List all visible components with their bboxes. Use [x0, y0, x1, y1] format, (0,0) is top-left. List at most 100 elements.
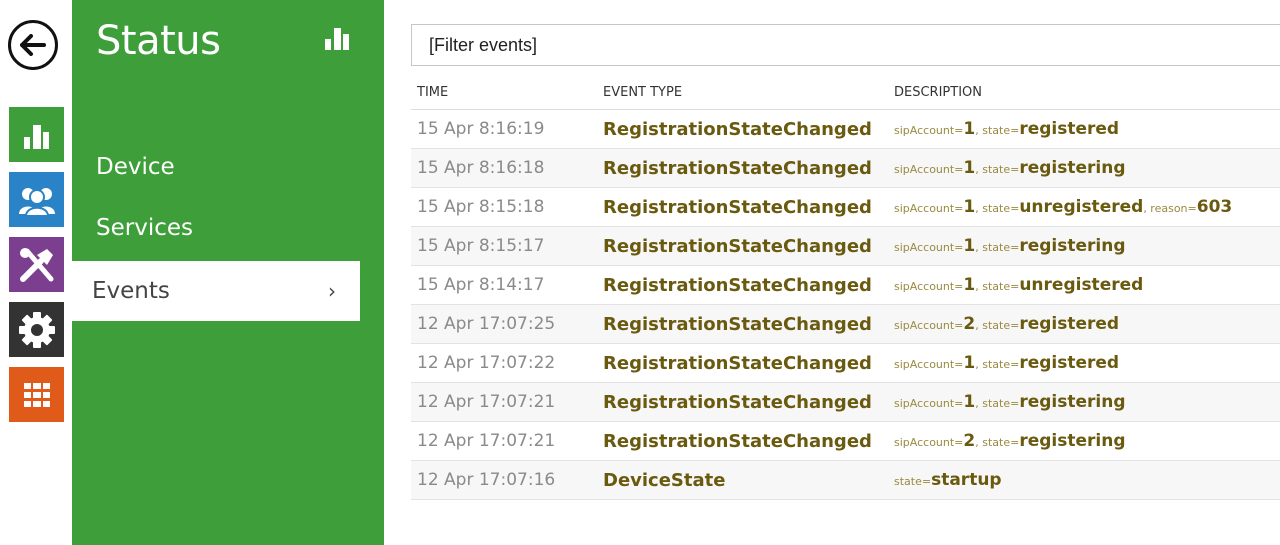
description-value: registering [1019, 236, 1126, 256]
description-value: 1 [963, 158, 976, 178]
description-value: 2 [963, 314, 976, 334]
event-type: DeviceState [597, 460, 888, 500]
nav-item-device[interactable]: Device [96, 154, 175, 180]
table-row[interactable]: 15 Apr 8:14:17 RegistrationStateChanged si… [411, 265, 1280, 305]
description-value: registering [1019, 392, 1126, 412]
description-value: registering [1019, 158, 1126, 178]
event-time: 15 Apr 8:15:18 [411, 187, 597, 227]
event-time: 12 Apr 17:07:21 [411, 382, 597, 422]
event-type: RegistrationStateChanged [597, 304, 888, 344]
table-row[interactable]: 12 Apr 17:07:25 RegistrationStateChanged s… [411, 304, 1280, 344]
event-description: sipAccount=1, state=registering [888, 382, 1280, 422]
description-key: , state= [975, 436, 1020, 449]
event-time: 12 Apr 17:07:22 [411, 343, 597, 383]
status-chart-icon [23, 124, 49, 149]
event-time: 12 Apr 17:07:25 [411, 304, 597, 344]
settings-menu-button[interactable] [9, 302, 64, 357]
description-key: , state= [975, 358, 1020, 371]
column-header-time: TIME [411, 76, 597, 110]
back-arrow-icon [20, 34, 46, 56]
nav-item-label: Device [96, 154, 175, 180]
description-value: 1 [963, 392, 976, 412]
description-key: sipAccount= [894, 202, 964, 215]
grid-icon [23, 382, 50, 407]
description-key: , state= [975, 280, 1020, 293]
description-key: , state= [975, 397, 1020, 410]
description-value: 1 [963, 275, 976, 295]
event-type: RegistrationStateChanged [597, 187, 888, 227]
event-description: sipAccount=1, state=registering [888, 226, 1280, 266]
description-key: , state= [975, 202, 1020, 215]
nav-item-services[interactable]: Services [96, 215, 193, 241]
description-value: unregistered [1019, 275, 1144, 295]
column-header-description: DESCRIPTION [888, 76, 1280, 110]
chevron-right-icon: › [328, 279, 336, 303]
event-type: RegistrationStateChanged [597, 343, 888, 383]
description-key: , state= [975, 163, 1020, 176]
directory-menu-button[interactable] [9, 172, 64, 227]
table-row[interactable]: 12 Apr 17:07:21 RegistrationStateChanged s… [411, 382, 1280, 422]
table-row[interactable]: 12 Apr 17:07:22 RegistrationStateChanged s… [411, 343, 1280, 383]
description-value: unregistered [1019, 197, 1144, 217]
hardware-menu-button[interactable] [9, 237, 64, 292]
event-description: sipAccount=2, state=registering [888, 421, 1280, 461]
table-row[interactable]: 15 Apr 8:16:18 RegistrationStateChanged si… [411, 148, 1280, 188]
event-description: state=startup [888, 460, 1280, 500]
column-header-event-type: EVENT TYPE [597, 76, 888, 110]
description-value: registered [1019, 314, 1120, 334]
page-title: Status [96, 18, 221, 64]
description-value: 1 [963, 197, 976, 217]
description-key: sipAccount= [894, 241, 964, 254]
description-value: registered [1019, 353, 1120, 373]
description-key: , state= [975, 124, 1020, 137]
event-description: sipAccount=1, state=registered [888, 109, 1280, 149]
description-key: sipAccount= [894, 436, 964, 449]
table-row[interactable]: 15 Apr 8:15:17 RegistrationStateChanged si… [411, 226, 1280, 266]
event-description: sipAccount=1, state=unregistered [888, 265, 1280, 305]
event-time: 12 Apr 17:07:21 [411, 421, 597, 461]
event-type: RegistrationStateChanged [597, 265, 888, 305]
description-value: 1 [963, 353, 976, 373]
description-key: state= [894, 475, 932, 488]
status-chart-icon [325, 28, 349, 50]
apps-menu-button[interactable] [9, 367, 64, 422]
description-value: 2 [963, 431, 976, 451]
description-key: sipAccount= [894, 163, 964, 176]
nav-item-label: Services [96, 215, 193, 241]
event-time: 15 Apr 8:14:17 [411, 265, 597, 305]
filter-events-input[interactable]: [Filter events] [411, 24, 1280, 66]
gear-icon [18, 311, 55, 348]
description-key: sipAccount= [894, 358, 964, 371]
event-type: RegistrationStateChanged [597, 421, 888, 461]
event-time: 15 Apr 8:15:17 [411, 226, 597, 266]
description-key: , reason= [1143, 202, 1197, 215]
description-key: sipAccount= [894, 319, 964, 332]
table-row[interactable]: 12 Apr 17:07:21 RegistrationStateChanged s… [411, 421, 1280, 461]
nav-item-events[interactable]: Events › [72, 261, 360, 321]
event-description: sipAccount=2, state=registered [888, 304, 1280, 344]
icon-rail [0, 0, 72, 545]
description-value: startup [931, 470, 1002, 490]
table-row[interactable]: 12 Apr 17:07:16 DeviceState state=startup [411, 460, 1280, 500]
events-table: TIME EVENT TYPE DESCRIPTION 15 Apr 8:16:… [411, 76, 1280, 500]
event-description: sipAccount=1, state=unregistered, reason… [888, 187, 1280, 227]
event-time: 15 Apr 8:16:19 [411, 109, 597, 149]
event-type: RegistrationStateChanged [597, 148, 888, 188]
event-description: sipAccount=1, state=registering [888, 148, 1280, 188]
table-header-row: TIME EVENT TYPE DESCRIPTION [411, 76, 1280, 110]
event-description: sipAccount=1, state=registered [888, 343, 1280, 383]
event-type: RegistrationStateChanged [597, 382, 888, 422]
event-time: 12 Apr 17:07:16 [411, 460, 597, 500]
description-key: sipAccount= [894, 124, 964, 137]
description-key: sipAccount= [894, 397, 964, 410]
table-row[interactable]: 15 Apr 8:16:19 RegistrationStateChanged si… [411, 109, 1280, 149]
description-value: registered [1019, 119, 1120, 139]
description-key: sipAccount= [894, 280, 964, 293]
description-value: 603 [1196, 197, 1233, 217]
description-key: , state= [975, 241, 1020, 254]
status-menu-button[interactable] [9, 107, 64, 162]
back-button[interactable] [8, 20, 58, 70]
users-icon [18, 187, 55, 216]
table-row[interactable]: 15 Apr 8:15:18 RegistrationStateChanged si… [411, 187, 1280, 227]
status-nav-panel: Status Device Services Events › [72, 0, 384, 545]
